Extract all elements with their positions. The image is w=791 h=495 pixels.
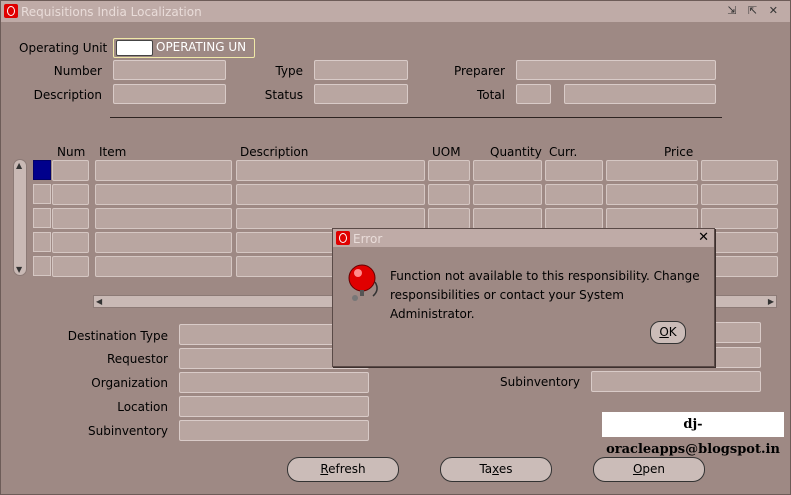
total-amount-field[interactable] (564, 84, 716, 104)
refresh-button-label-post: efresh (328, 462, 366, 476)
number-field[interactable] (113, 60, 226, 80)
error-dialog-title: Error (353, 232, 383, 246)
location-field[interactable] (179, 396, 369, 417)
row-selector[interactable] (33, 184, 51, 204)
window-title: Requisitions India Localization (21, 5, 202, 19)
col-description-header: Description (240, 145, 309, 159)
line-num-cell[interactable] (52, 232, 89, 253)
organization-label: Organization (91, 376, 168, 390)
line-price-cell[interactable] (606, 184, 698, 205)
operating-unit-label: Operating Unit (19, 41, 108, 55)
line-description-cell[interactable] (236, 208, 425, 229)
window-controls[interactable]: ⇲ ⇱ ✕ (727, 4, 782, 17)
row-selector[interactable] (33, 256, 51, 276)
location-label: Location (117, 400, 168, 414)
oracle-logo-icon (336, 231, 350, 245)
right-subinventory-field[interactable] (591, 371, 761, 392)
open-button-label-post: pen (642, 462, 666, 476)
scroll-up-icon[interactable]: ▲ (16, 161, 22, 170)
col-price-header: Price (664, 145, 694, 159)
taxes-button-label-pre: Ta (479, 462, 493, 476)
row-selector[interactable] (33, 160, 51, 180)
line-uom-cell[interactable] (428, 208, 470, 229)
line-quantity-cell[interactable] (473, 160, 542, 181)
type-label: Type (275, 64, 303, 78)
header-divider (110, 117, 722, 118)
destination-type-label: Destination Type (67, 329, 168, 343)
number-label: Number (53, 64, 102, 78)
taxes-button-label-post: es (498, 462, 513, 476)
col-currency-header: Curr. (549, 145, 578, 159)
alarm-bell-icon (348, 264, 378, 301)
line-uom-cell[interactable] (428, 184, 470, 205)
line-item-cell[interactable] (95, 184, 232, 205)
line-description-cell[interactable] (236, 160, 425, 181)
description-field[interactable] (113, 84, 226, 104)
line-num-cell[interactable] (52, 160, 89, 181)
line-price-cell[interactable] (606, 208, 698, 229)
line-extra-cell[interactable] (701, 184, 778, 205)
row-selector[interactable] (33, 232, 51, 252)
line-item-cell[interactable] (95, 256, 232, 277)
col-item-header: Item (99, 145, 127, 159)
status-label: Status (264, 88, 303, 102)
organization-field[interactable] (179, 372, 369, 393)
refresh-button[interactable]: Refresh (287, 457, 399, 482)
oracle-logo-icon (4, 4, 18, 18)
open-button-accel: O (632, 462, 643, 476)
col-uom-header: UOM (432, 145, 461, 159)
watermark-text: dj-oracleapps@blogspot.in (602, 412, 784, 457)
subinventory-field[interactable] (179, 420, 369, 441)
line-extra-cell[interactable] (701, 160, 778, 181)
right-subinventory-label: Subinventory (500, 375, 580, 389)
col-quantity-header: Quantity (490, 145, 542, 159)
line-num-cell[interactable] (52, 184, 89, 205)
row-selector[interactable] (33, 208, 51, 228)
line-description-cell[interactable] (236, 184, 425, 205)
line-uom-cell[interactable] (428, 160, 470, 181)
scroll-down-icon[interactable]: ▼ (16, 265, 22, 274)
operating-unit-value: OPERATING UN (156, 40, 247, 54)
lines-vertical-scrollbar[interactable]: ▲ ▼ (13, 159, 27, 276)
line-extra-cell[interactable] (701, 208, 778, 229)
line-item-cell[interactable] (95, 160, 232, 181)
taxes-button[interactable]: Taxes (440, 457, 552, 482)
title-bar: Requisitions India Localization ⇲ ⇱ ✕ (1, 1, 790, 22)
requestor-label: Requestor (106, 352, 168, 366)
ok-button[interactable]: OK (650, 321, 686, 344)
error-dialog-title-bar: Error ✕ (333, 229, 714, 247)
line-item-cell[interactable] (95, 208, 232, 229)
total-label: Total (476, 88, 505, 102)
ok-button-label: K (668, 325, 677, 339)
error-dialog: Error ✕ Function not available to this r… (332, 228, 715, 367)
error-message: Function not available to this responsib… (390, 269, 700, 321)
line-currency-cell[interactable] (545, 184, 603, 205)
line-quantity-cell[interactable] (473, 208, 542, 229)
line-price-cell[interactable] (606, 160, 698, 181)
refresh-button-accel: R (320, 462, 329, 476)
type-field[interactable] (314, 60, 408, 80)
scroll-left-icon[interactable]: ◀ (96, 297, 102, 306)
requisitions-window: Requisitions India Localization ⇲ ⇱ ✕ Op… (0, 0, 791, 495)
preparer-field[interactable] (516, 60, 716, 80)
line-num-cell[interactable] (52, 208, 89, 229)
line-quantity-cell[interactable] (473, 184, 542, 205)
line-num-cell[interactable] (52, 256, 89, 277)
status-field[interactable] (314, 84, 408, 104)
line-currency-cell[interactable] (545, 208, 603, 229)
preparer-label: Preparer (453, 64, 505, 78)
total-currency-field[interactable] (516, 84, 551, 104)
line-item-cell[interactable] (95, 232, 232, 253)
col-num-header: Num (57, 145, 86, 159)
close-icon[interactable]: ✕ (698, 230, 709, 245)
description-label: Description (33, 88, 102, 102)
ok-button-accel: O (659, 325, 669, 339)
taxes-button-accel: x (492, 462, 499, 476)
operating-unit-input[interactable] (116, 40, 153, 56)
line-currency-cell[interactable] (545, 160, 603, 181)
scroll-right-icon[interactable]: ▶ (768, 297, 774, 306)
subinventory-label: Subinventory (88, 424, 168, 438)
